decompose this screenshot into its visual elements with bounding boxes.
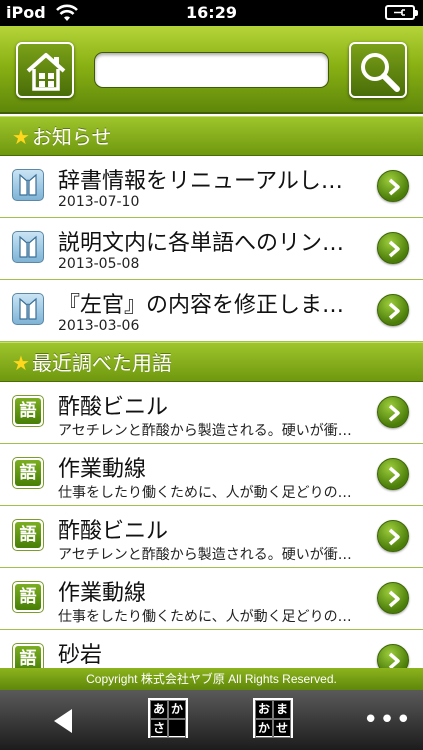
- main-list[interactable]: ★ お知らせ 辞書情報をリニューアルしました 2013-07-10 説明文内に各単…: [0, 116, 423, 668]
- copyright-bar: Copyright 株式会社ヤブ原 All Rights Reserved.: [0, 668, 423, 690]
- status-bar: iPod 16:29: [0, 0, 423, 26]
- term-description: アセチレンと酢酸から製造される。硬いが衝撃に弱い: [58, 423, 360, 439]
- chevron-right-icon[interactable]: [377, 644, 409, 668]
- chevron-right-icon[interactable]: [377, 294, 409, 326]
- omakase-button[interactable]: お ま か せ: [253, 698, 293, 738]
- news-title: 辞書情報をリニューアルしました: [58, 169, 358, 194]
- term-icon: 語: [12, 581, 44, 613]
- kana-key: [168, 719, 186, 738]
- akasa-index-button[interactable]: あ か さ: [148, 698, 188, 738]
- kana-key: あ: [150, 700, 168, 719]
- recent-section-header: ★ 最近調べた用語: [0, 342, 423, 382]
- chevron-right-icon[interactable]: [377, 170, 409, 202]
- back-arrow-icon[interactable]: [50, 707, 76, 735]
- news-row[interactable]: 説明文内に各単語へのリンクを追加 2013-05-08: [0, 218, 423, 280]
- term-title: 作業動線: [58, 457, 147, 482]
- term-description: 仕事をしたり働くために、人が動く足どりの軌跡: [58, 485, 360, 501]
- home-button[interactable]: [16, 42, 74, 98]
- section-title: お知らせ: [31, 125, 112, 149]
- term-row[interactable]: 語 砂岩: [0, 630, 423, 668]
- chevron-right-icon[interactable]: [377, 458, 409, 490]
- app-header: [0, 26, 423, 114]
- chevron-right-icon[interactable]: [377, 232, 409, 264]
- term-icon: 語: [12, 395, 44, 427]
- battery-icon: [385, 5, 418, 20]
- kana-key: さ: [150, 719, 168, 738]
- news-icon: [12, 169, 44, 201]
- term-title: 酢酸ビニル: [58, 395, 169, 420]
- news-date: 2013-03-06: [58, 318, 140, 334]
- kana-key: か: [168, 700, 186, 719]
- kana-key: ま: [273, 700, 291, 719]
- kana-key: か: [255, 719, 273, 738]
- news-icon: [12, 293, 44, 325]
- news-row[interactable]: 辞書情報をリニューアルしました 2013-07-10: [0, 156, 423, 218]
- term-title: 砂岩: [58, 643, 103, 668]
- term-icon: 語: [12, 457, 44, 489]
- term-row[interactable]: 語 作業動線 仕事をしたり働くために、人が動く足どりの軌跡: [0, 568, 423, 630]
- magnifier-icon: [361, 53, 400, 92]
- term-row[interactable]: 語 酢酸ビニル アセチレンと酢酸から製造される。硬いが衝撃に弱い: [0, 382, 423, 444]
- star-icon: ★: [12, 125, 30, 149]
- kana-key: お: [255, 700, 273, 719]
- term-title: 酢酸ビニル: [58, 519, 169, 544]
- section-title: 最近調べた用語: [31, 351, 172, 375]
- news-section-header: ★ お知らせ: [0, 116, 423, 156]
- term-description: アセチレンと酢酸から製造される。硬いが衝撃に弱い: [58, 547, 360, 563]
- chevron-right-icon[interactable]: [377, 520, 409, 552]
- clock: 16:29: [186, 3, 237, 22]
- term-row[interactable]: 語 酢酸ビニル アセチレンと酢酸から製造される。硬いが衝撃に弱い: [0, 506, 423, 568]
- term-icon: 語: [12, 643, 44, 668]
- news-row[interactable]: 『左官』の内容を修正しました 2013-03-06: [0, 280, 423, 342]
- term-title: 作業動線: [58, 581, 147, 606]
- house-icon: [26, 53, 66, 91]
- search-input[interactable]: [94, 52, 329, 88]
- term-row[interactable]: 語 作業動線 仕事をしたり働くために、人が動く足どりの軌跡: [0, 444, 423, 506]
- chevron-right-icon[interactable]: [377, 396, 409, 428]
- bottom-toolbar: あ か さ お ま か せ •••: [0, 690, 423, 750]
- news-title: 『左官』の内容を修正しました: [58, 293, 358, 318]
- news-date: 2013-07-10: [58, 194, 140, 210]
- search-button[interactable]: [349, 42, 407, 98]
- kana-key: せ: [273, 719, 291, 738]
- chevron-right-icon[interactable]: [377, 582, 409, 614]
- news-icon: [12, 231, 44, 263]
- star-icon: ★: [12, 351, 30, 375]
- news-date: 2013-05-08: [58, 256, 140, 272]
- news-title: 説明文内に各単語へのリンクを追加: [58, 231, 358, 256]
- more-button[interactable]: •••: [363, 707, 412, 733]
- term-icon: 語: [12, 519, 44, 551]
- term-description: 仕事をしたり働くために、人が動く足どりの軌跡: [58, 609, 360, 625]
